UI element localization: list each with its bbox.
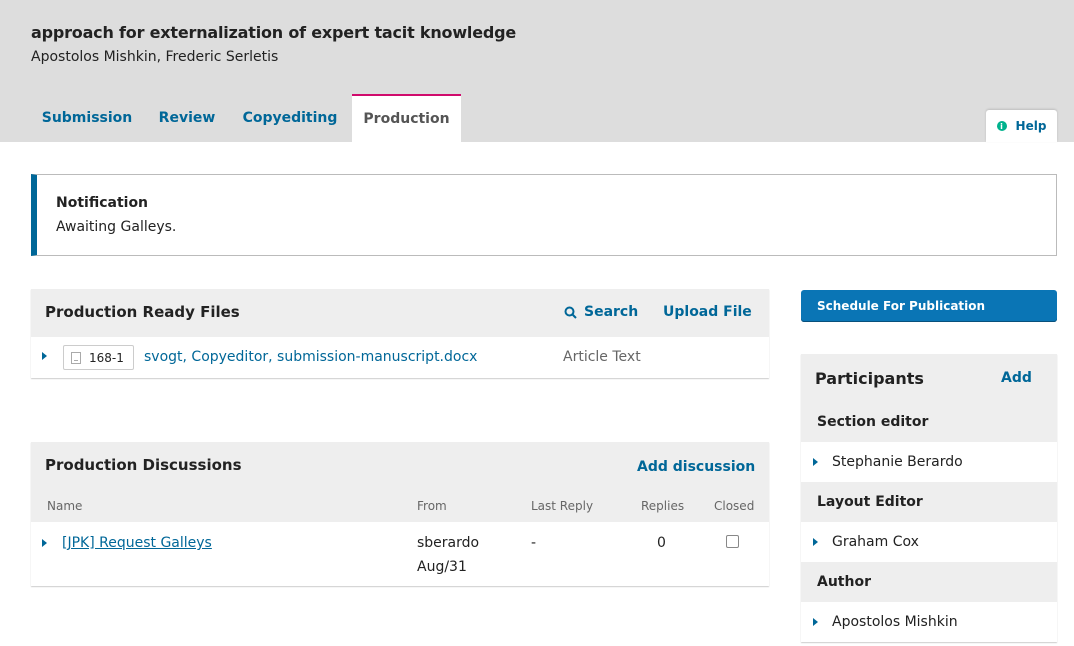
help-button[interactable]: i Help (986, 110, 1057, 142)
discussion-row[interactable]: [JPK] Request Galleys sberardo Aug/31 - … (31, 522, 769, 586)
discussion-replies: 0 (657, 535, 666, 551)
column-header-name: Name (47, 499, 83, 513)
search-icon (564, 306, 577, 319)
expand-arrow-icon[interactable] (42, 352, 47, 360)
schedule-for-publication-button[interactable]: Schedule For Publication (801, 290, 1057, 322)
expand-arrow-icon[interactable] (813, 458, 818, 466)
file-id: 168-1 (89, 350, 124, 365)
participant-name: Apostolos Mishkin (832, 614, 958, 630)
closed-checkbox[interactable] (726, 535, 739, 548)
notification-box: Notification Awaiting Galleys. (31, 174, 1057, 256)
discussion-last-reply: - (531, 535, 537, 551)
participant-item[interactable]: Graham Cox (801, 522, 1057, 562)
participant-item[interactable]: Stephanie Berardo (801, 442, 1057, 482)
discussion-from: sberardo (417, 535, 480, 551)
panel-header: Production Discussions Add discussion Na… (31, 442, 769, 522)
info-icon: i (996, 121, 1007, 131)
file-type: Article Text (563, 349, 641, 365)
discussion-date: Aug/31 (417, 559, 467, 575)
upload-file-button[interactable]: Upload File (663, 304, 752, 320)
panel-title: Production Ready Files (45, 303, 240, 321)
submission-title: approach for externalization of expert t… (31, 23, 516, 42)
column-header-from: From (417, 499, 447, 513)
panel-header: Participants Add (801, 354, 1057, 402)
notification-title: Notification (56, 195, 149, 211)
panel-title: Participants (815, 369, 924, 388)
panel-header: Production Ready Files Search Upload Fil… (31, 289, 769, 337)
tab-review[interactable]: Review (150, 94, 224, 142)
notification-text: Awaiting Galleys. (56, 219, 177, 235)
discussion-name-link[interactable]: [JPK] Request Galleys (62, 535, 212, 551)
search-button[interactable]: Search (564, 304, 638, 320)
search-label: Search (584, 304, 639, 320)
expand-arrow-icon[interactable] (42, 539, 47, 547)
panel-title: Production Discussions (45, 456, 242, 474)
submission-authors: Apostolos Mishkin, Frederic Serletis (31, 49, 279, 65)
participants-panel: Participants Add Section editor Stephani… (801, 354, 1057, 642)
participant-group-author: Author (801, 562, 1057, 602)
document-icon (71, 351, 81, 364)
add-discussion-button[interactable]: Add discussion (637, 459, 755, 475)
file-id-badge: 168-1 (63, 345, 134, 370)
participant-name: Graham Cox (832, 534, 919, 550)
participant-item[interactable]: Apostolos Mishkin (801, 602, 1057, 642)
expand-arrow-icon[interactable] (813, 538, 818, 546)
tab-production[interactable]: Production (352, 94, 461, 142)
production-files-panel: Production Ready Files Search Upload Fil… (31, 289, 769, 378)
page-header: approach for externalization of expert t… (0, 0, 1074, 142)
column-header-last-reply: Last Reply (531, 499, 594, 513)
production-discussions-panel: Production Discussions Add discussion Na… (31, 442, 769, 586)
column-header-replies: Replies (641, 499, 685, 513)
tab-copyediting[interactable]: Copyediting (237, 94, 343, 142)
tab-submission[interactable]: Submission (31, 94, 143, 142)
expand-arrow-icon[interactable] (813, 618, 818, 626)
add-participant-button[interactable]: Add (1001, 370, 1032, 386)
help-label: Help (1015, 119, 1047, 133)
column-header-closed: Closed (714, 499, 755, 513)
file-row[interactable]: 168-1 svogt, Copyeditor, submission-manu… (31, 337, 769, 378)
participant-group-section-editor: Section editor (801, 402, 1057, 442)
file-name-link[interactable]: svogt, Copyeditor, submission-manuscript… (144, 349, 477, 365)
participant-name: Stephanie Berardo (832, 454, 963, 470)
participant-group-layout-editor: Layout Editor (801, 482, 1057, 522)
